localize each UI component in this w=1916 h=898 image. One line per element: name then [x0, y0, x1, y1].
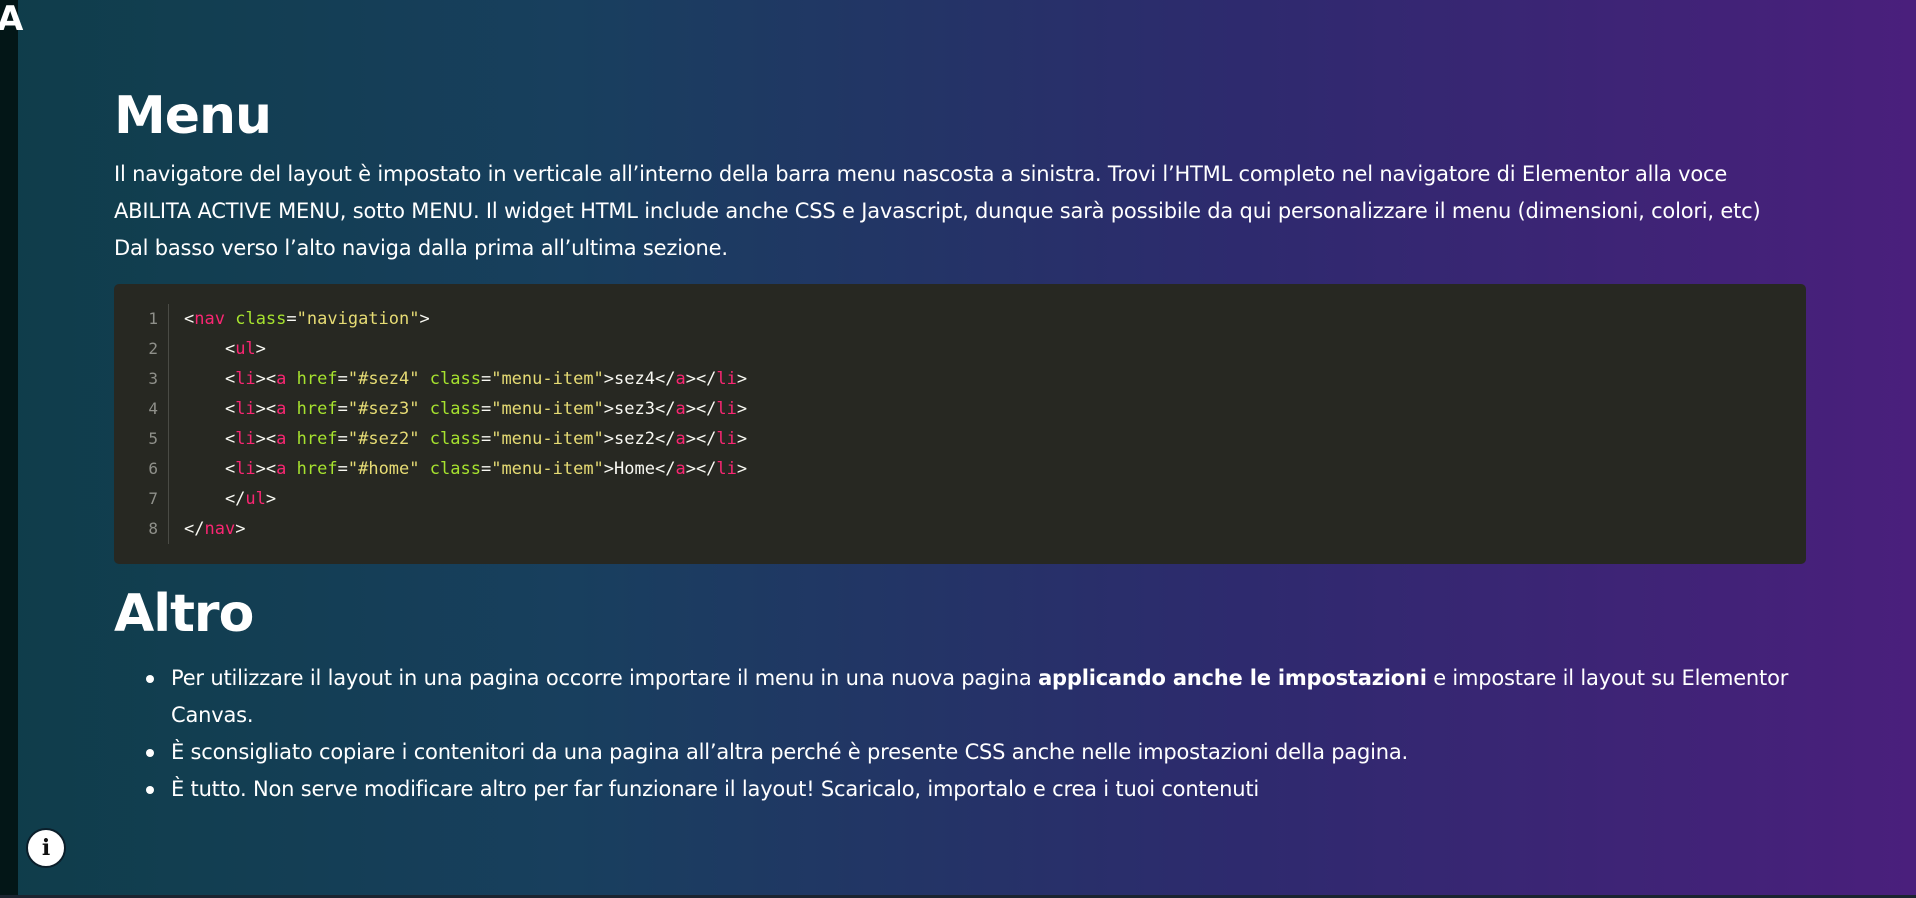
- code-content: <nav class="navigation">: [184, 309, 430, 329]
- line-number: 6: [114, 454, 169, 484]
- code-line: 5 <li><a href="#sez2" class="menu-item">…: [114, 424, 1806, 454]
- code-content: <li><a href="#sez3" class="menu-item">se…: [184, 399, 748, 419]
- line-number: 1: [114, 304, 169, 334]
- notes-list: Per utilizzare il layout in una pagina o…: [114, 660, 1806, 808]
- intro-line: ABILITA ACTIVE MENU, sotto MENU. Il widg…: [114, 199, 1761, 223]
- code-content: <li><a href="#home" class="menu-item">Ho…: [184, 459, 748, 479]
- code-line: 6 <li><a href="#home" class="menu-item">…: [114, 454, 1806, 484]
- line-number: 2: [114, 334, 169, 364]
- corner-letter: A: [0, 0, 24, 39]
- code-content: <ul>: [184, 339, 266, 359]
- bold-text: applicando anche le impostazioni: [1038, 666, 1427, 690]
- code-block: 1 <nav class="navigation"> 2 <ul> 3 <li>…: [114, 284, 1806, 564]
- line-number: 7: [114, 484, 169, 514]
- main-content: Menu Il navigatore del layout è impostat…: [114, 78, 1806, 808]
- code-line: 1 <nav class="navigation">: [114, 304, 1806, 334]
- section-title-menu: Menu: [114, 86, 272, 146]
- line-number: 3: [114, 364, 169, 394]
- code-line: 4 <li><a href="#sez3" class="menu-item">…: [114, 394, 1806, 424]
- code-content: </ul>: [184, 489, 277, 509]
- left-edge-strip: A: [0, 0, 23, 898]
- line-number: 8: [114, 514, 169, 544]
- list-item: È tutto. Non serve modificare altro per …: [146, 771, 1806, 808]
- code-line: 8 </nav>: [114, 514, 1806, 544]
- line-number: 5: [114, 424, 169, 454]
- code-line: 7 </ul>: [114, 484, 1806, 514]
- code-line: 2 <ul>: [114, 334, 1806, 364]
- line-number: 4: [114, 394, 169, 424]
- code-content: <li><a href="#sez2" class="menu-item">se…: [184, 429, 748, 449]
- list-item: Per utilizzare il layout in una pagina o…: [146, 660, 1806, 734]
- info-button[interactable]: i: [26, 828, 66, 868]
- code-content: </nav>: [184, 519, 246, 539]
- menu-intro-paragraph: Il navigatore del layout è impostato in …: [114, 156, 1806, 267]
- intro-line: Il navigatore del layout è impostato in …: [114, 162, 1728, 186]
- intro-line: Dal basso verso l’alto naviga dalla prim…: [114, 236, 728, 260]
- info-icon: i: [41, 835, 51, 861]
- code-content: <li><a href="#sez4" class="menu-item">se…: [184, 369, 748, 389]
- section-title-altro: Altro: [114, 584, 254, 644]
- list-item: È sconsigliato copiare i contenitori da …: [146, 734, 1806, 771]
- code-line: 3 <li><a href="#sez4" class="menu-item">…: [114, 364, 1806, 394]
